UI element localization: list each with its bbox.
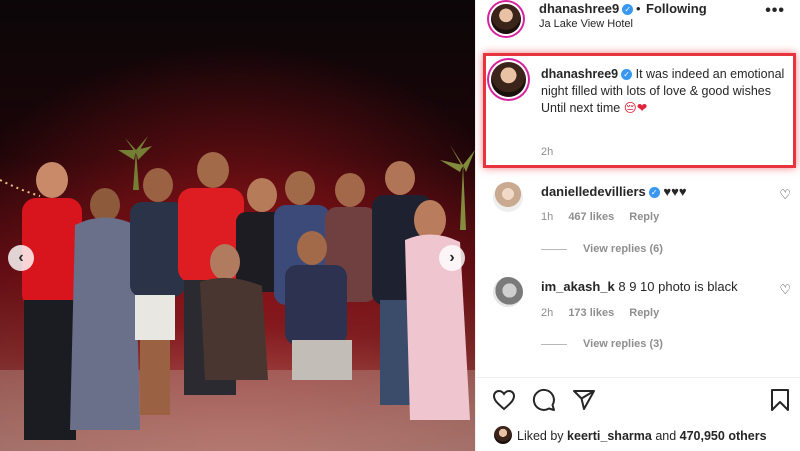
view-replies-button[interactable]: View replies (6) (541, 243, 663, 255)
comment-meta: 2h 173 likes Reply (541, 307, 671, 319)
caption-emoji: 😔❤ (623, 101, 648, 115)
commenter-username[interactable]: im_akash_k (541, 279, 615, 294)
location-link[interactable]: Ja Lake View Hotel (539, 18, 633, 30)
post-photo[interactable]: ‹ › (0, 0, 475, 451)
caption-avatar[interactable] (491, 62, 526, 97)
commenter-avatar[interactable] (493, 277, 523, 307)
caption-timestamp: 2h (541, 146, 554, 158)
comment-likes[interactable]: 467 likes (568, 211, 614, 223)
actions-divider (476, 377, 800, 378)
following-button[interactable]: Following (646, 1, 707, 16)
post-header: dhanashree9 ✓ • Following Ja Lake View Ho… (476, 0, 800, 40)
liker-username[interactable]: keerti_sharma (567, 429, 652, 443)
comment-text: 8 9 10 photo is black (618, 279, 738, 294)
share-icon[interactable] (572, 388, 596, 412)
comment-body: danielledevilliers ✓ ♥♥♥ (541, 184, 687, 199)
reply-button[interactable]: Reply (629, 211, 659, 223)
separator-dot: • (636, 1, 641, 16)
heart-icon[interactable]: ♡ (779, 282, 791, 298)
verified-icon: ✓ (621, 69, 633, 80)
chevron-left-icon[interactable]: ‹ (8, 245, 34, 271)
heart-icon[interactable] (492, 388, 516, 412)
reply-button[interactable]: Reply (629, 307, 659, 319)
comment-time: 2h (541, 307, 554, 319)
post-side-panel: dhanashree9 ✓ • Following Ja Lake View Ho… (475, 0, 800, 451)
comment-body: im_akash_k 8 9 10 photo is black (541, 279, 738, 294)
author-username[interactable]: dhanashree9 ✓ (539, 1, 634, 16)
heart-icon[interactable]: ♡ (779, 187, 791, 203)
view-replies-button[interactable]: View replies (3) (541, 338, 663, 350)
comment-text: ♥♥♥ (663, 184, 687, 199)
photo-illustration (0, 136, 475, 451)
bookmark-icon[interactable] (769, 388, 791, 412)
verified-icon: ✓ (622, 4, 634, 15)
commenter-username[interactable]: danielledevilliers (541, 184, 646, 199)
ellipsis-icon[interactable]: ••• (765, 2, 785, 20)
liker-avatar[interactable] (494, 426, 512, 444)
comment-time: 1h (541, 211, 554, 223)
commenter-avatar[interactable] (493, 182, 523, 212)
author-avatar[interactable] (491, 4, 521, 34)
caption-text: dhanashree9 ✓ It was indeed an emotional … (541, 66, 791, 117)
likes-count[interactable]: 470,950 others (680, 429, 767, 443)
comment-likes[interactable]: 173 likes (568, 307, 614, 319)
comment-meta: 1h 467 likes Reply (541, 211, 671, 223)
chevron-right-icon[interactable]: › (439, 245, 465, 271)
verified-icon: ✓ (648, 187, 660, 198)
comment-icon[interactable] (532, 388, 556, 412)
caption-username[interactable]: dhanashree9 (541, 67, 618, 81)
caption-highlight: dhanashree9 ✓ It was indeed an emotional … (483, 53, 796, 168)
caption-line2: Until next time 😔❤ (541, 101, 648, 115)
action-bar (476, 388, 800, 414)
likes-summary: Liked by keerti_sharma and 470,950 other… (494, 426, 767, 444)
